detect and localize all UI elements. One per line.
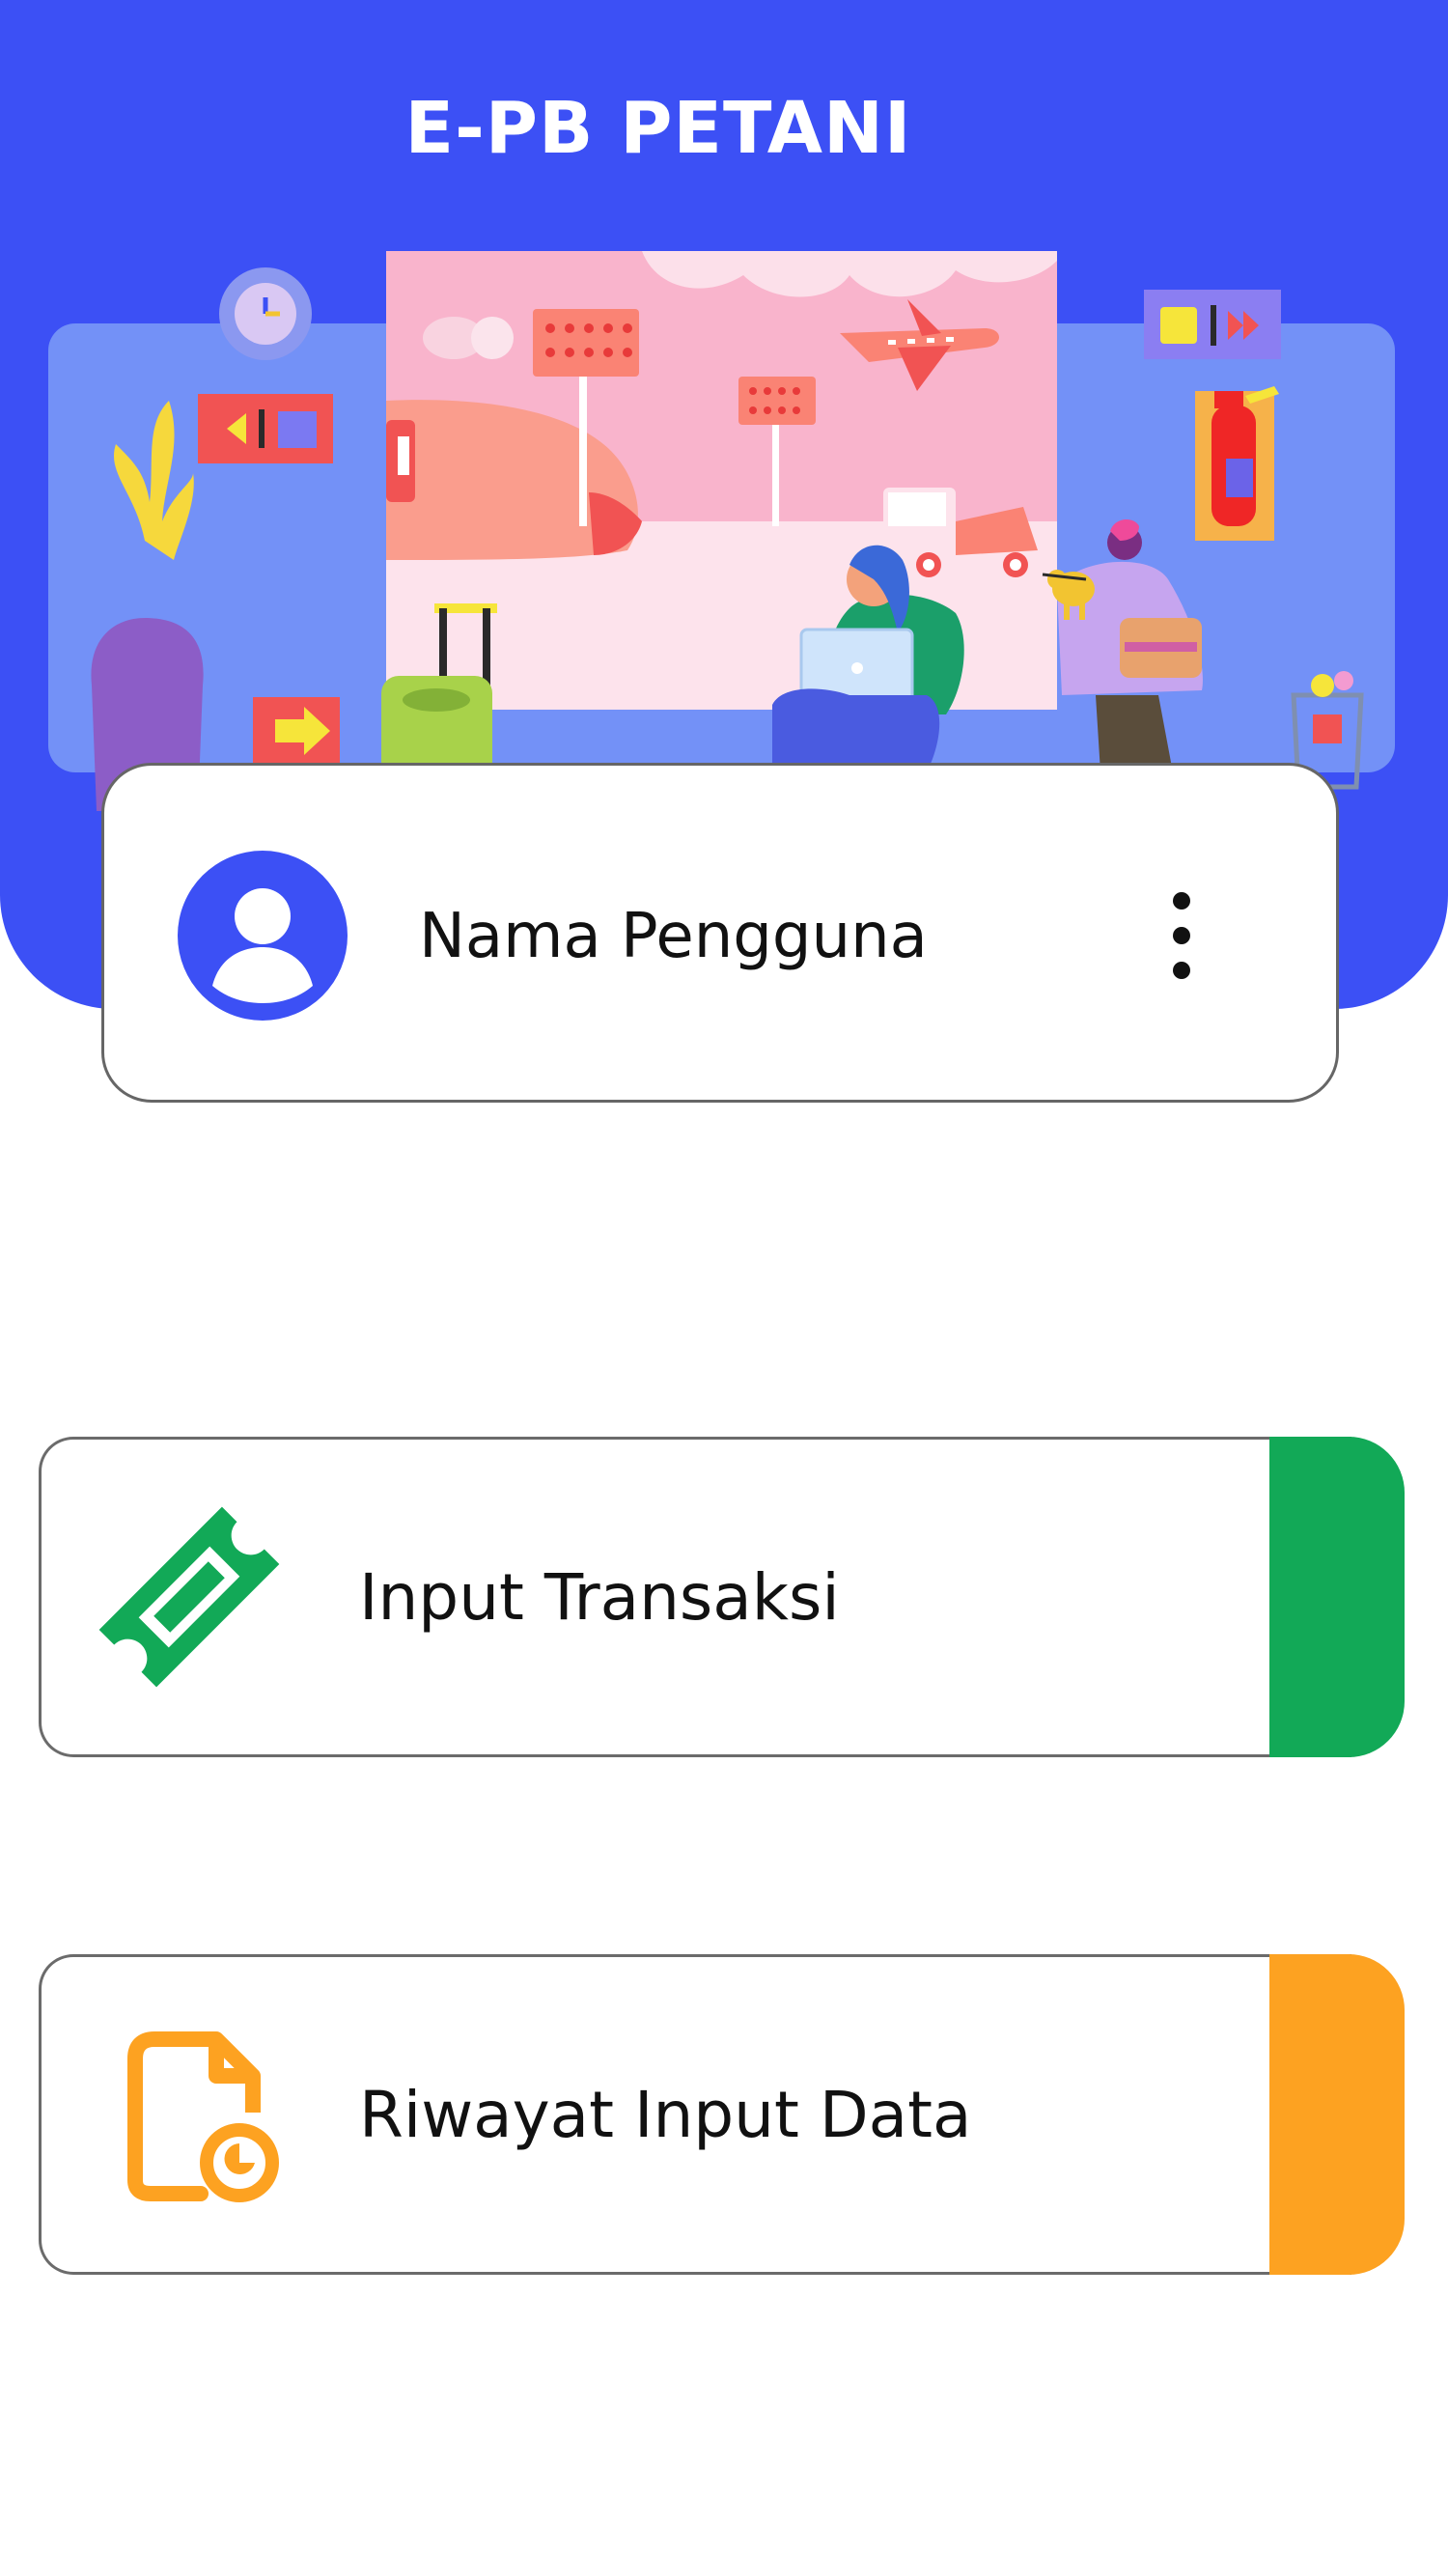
clock-icon (219, 267, 312, 360)
card-accent (1269, 1437, 1405, 1757)
more-vertical-icon[interactable] (1162, 889, 1201, 982)
input-transaksi-button[interactable]: Input Transaksi (39, 1437, 1405, 1757)
app-title: E-PB PETANI (404, 87, 912, 170)
riwayat-input-data-button[interactable]: Riwayat Input Data (39, 1954, 1405, 2275)
user-avatar-icon[interactable] (178, 851, 348, 1021)
card-label: Input Transaksi (359, 1560, 840, 1635)
user-name: Nama Pengguna (419, 901, 928, 972)
airport-illustration (48, 251, 1395, 811)
ticket-icon (98, 1506, 280, 1688)
card-label: Riwayat Input Data (359, 2078, 972, 2152)
document-history-icon (127, 2031, 279, 2202)
card-accent (1269, 1954, 1405, 2275)
profile-card: Nama Pengguna (101, 763, 1339, 1103)
